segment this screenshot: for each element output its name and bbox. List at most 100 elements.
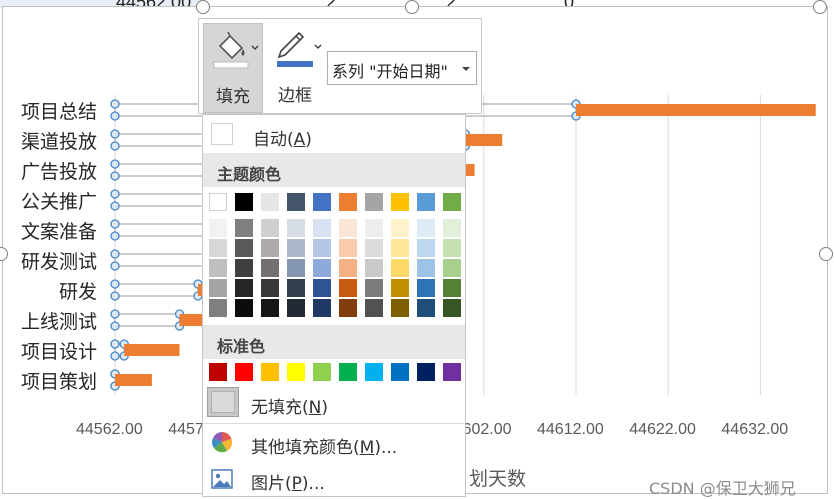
theme-tint-swatch[interactable] [287, 299, 305, 317]
theme-tint-swatch[interactable] [443, 299, 461, 317]
theme-tint-swatch[interactable] [443, 219, 461, 237]
bar-selection-handle[interactable] [110, 309, 120, 319]
theme-tint-swatch[interactable] [313, 259, 331, 277]
bar-selection-handle[interactable] [110, 291, 120, 301]
duration-bar[interactable] [465, 134, 503, 146]
resize-handle-top-right[interactable] [813, 0, 827, 14]
theme-tint-swatch[interactable] [261, 239, 279, 257]
standard-color-swatch[interactable] [209, 363, 227, 381]
theme-color-swatch[interactable] [417, 193, 435, 211]
theme-tint-swatch[interactable] [339, 259, 357, 277]
standard-color-swatch[interactable] [287, 363, 305, 381]
standard-color-swatch[interactable] [313, 363, 331, 381]
theme-color-swatch[interactable] [287, 193, 305, 211]
bar-selection-handle[interactable] [110, 201, 120, 211]
resize-handle-top-left[interactable] [196, 0, 210, 14]
theme-color-swatch[interactable] [443, 193, 461, 211]
theme-tint-swatch[interactable] [391, 299, 409, 317]
theme-color-swatch[interactable] [313, 193, 331, 211]
theme-tint-swatch[interactable] [339, 299, 357, 317]
duration-bar[interactable] [124, 344, 180, 356]
theme-tint-swatch[interactable] [261, 279, 279, 297]
theme-tint-swatch[interactable] [365, 219, 383, 237]
duration-bar[interactable] [115, 374, 152, 386]
theme-tint-swatch[interactable] [209, 259, 227, 277]
theme-tint-swatch[interactable] [391, 279, 409, 297]
theme-tint-swatch[interactable] [235, 219, 253, 237]
theme-tint-swatch[interactable] [417, 259, 435, 277]
theme-tint-swatch[interactable] [443, 259, 461, 277]
standard-color-swatch[interactable] [261, 363, 279, 381]
menu-item-picture[interactable]: 图片(P)... [203, 461, 465, 495]
theme-tint-swatch[interactable] [209, 219, 227, 237]
theme-tint-swatch[interactable] [235, 239, 253, 257]
theme-color-swatch[interactable] [339, 193, 357, 211]
series-selector[interactable]: 系列 "开始日期" [327, 51, 477, 85]
bar-selection-handle[interactable] [110, 261, 120, 271]
border-button[interactable]: 边框 [265, 23, 325, 113]
bar-selection-handle[interactable] [110, 141, 120, 151]
menu-item-automatic[interactable]: 自动(A) [203, 119, 465, 153]
theme-tint-swatch[interactable] [365, 259, 383, 277]
bar-selection-handle[interactable] [110, 159, 120, 169]
theme-tint-swatch[interactable] [261, 259, 279, 277]
theme-tint-swatch[interactable] [313, 299, 331, 317]
theme-tint-swatch[interactable] [209, 279, 227, 297]
theme-tint-swatch[interactable] [417, 239, 435, 257]
theme-tint-swatch[interactable] [313, 279, 331, 297]
standard-color-swatch[interactable] [443, 363, 461, 381]
theme-tint-swatch[interactable] [339, 279, 357, 297]
resize-handle-right[interactable] [819, 247, 833, 261]
bar-selection-handle[interactable] [110, 99, 120, 109]
theme-tint-swatch[interactable] [339, 239, 357, 257]
theme-tint-swatch[interactable] [209, 239, 227, 257]
menu-item-more-fill-colors[interactable]: 其他填充颜色(M)... [203, 425, 465, 459]
theme-tint-swatch[interactable] [287, 259, 305, 277]
theme-color-swatch[interactable] [365, 193, 383, 211]
theme-tint-swatch[interactable] [287, 279, 305, 297]
standard-color-swatch[interactable] [391, 363, 409, 381]
bar-selection-handle[interactable] [110, 339, 120, 349]
theme-tint-swatch[interactable] [443, 279, 461, 297]
theme-tint-swatch[interactable] [417, 279, 435, 297]
theme-tint-swatch[interactable] [313, 239, 331, 257]
theme-tint-swatch[interactable] [209, 299, 227, 317]
theme-color-swatch[interactable] [209, 193, 227, 211]
theme-tint-swatch[interactable] [235, 279, 253, 297]
theme-tint-swatch[interactable] [287, 239, 305, 257]
theme-color-swatch[interactable] [261, 193, 279, 211]
theme-tint-swatch[interactable] [261, 299, 279, 317]
standard-color-swatch[interactable] [417, 363, 435, 381]
bar-selection-handle[interactable] [110, 249, 120, 259]
theme-tint-swatch[interactable] [391, 259, 409, 277]
theme-tint-swatch[interactable] [365, 279, 383, 297]
bar-selection-handle[interactable] [110, 321, 120, 331]
theme-tint-swatch[interactable] [391, 219, 409, 237]
fill-button[interactable]: 填充 [203, 23, 263, 113]
bar-selection-handle[interactable] [110, 231, 120, 241]
menu-item-no-fill[interactable]: 无填充(N) [203, 385, 465, 423]
theme-tint-swatch[interactable] [261, 219, 279, 237]
bar-selection-handle[interactable] [110, 219, 120, 229]
resize-handle-top[interactable] [405, 0, 419, 14]
theme-tint-swatch[interactable] [235, 299, 253, 317]
theme-color-swatch[interactable] [391, 193, 409, 211]
start-series-bar[interactable] [114, 313, 181, 327]
bar-selection-handle[interactable] [110, 279, 120, 289]
bar-selection-handle[interactable] [110, 189, 120, 199]
bar-selection-handle[interactable] [110, 111, 120, 121]
theme-tint-swatch[interactable] [313, 219, 331, 237]
start-series-bar[interactable] [114, 283, 199, 297]
standard-color-swatch[interactable] [339, 363, 357, 381]
standard-color-swatch[interactable] [365, 363, 383, 381]
bar-selection-handle[interactable] [110, 171, 120, 181]
theme-color-swatch[interactable] [235, 193, 253, 211]
theme-tint-swatch[interactable] [287, 219, 305, 237]
theme-tint-swatch[interactable] [417, 219, 435, 237]
theme-tint-swatch[interactable] [365, 239, 383, 257]
standard-color-swatch[interactable] [235, 363, 253, 381]
theme-tint-swatch[interactable] [235, 259, 253, 277]
bar-selection-handle[interactable] [110, 129, 120, 139]
theme-tint-swatch[interactable] [417, 299, 435, 317]
bar-selection-handle[interactable] [110, 351, 120, 361]
